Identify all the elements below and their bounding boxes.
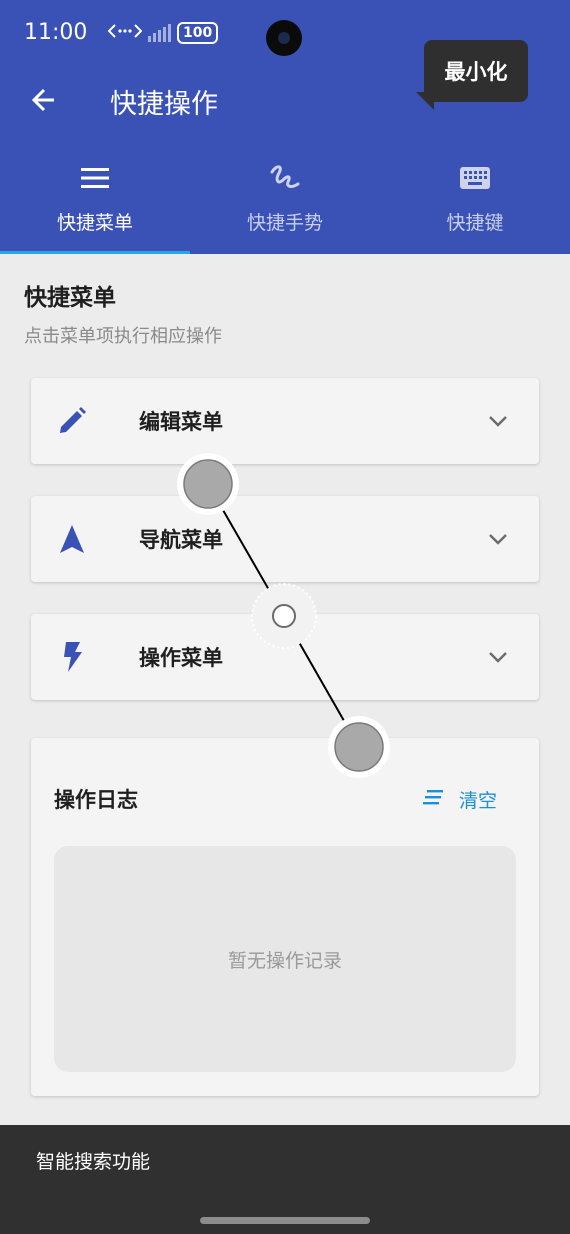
smart-search-label[interactable]: 智能搜索功能 xyxy=(36,1147,150,1174)
tab-shortcut-keys[interactable]: 快捷键 xyxy=(380,150,570,254)
navigation-menu-card[interactable]: 导航菜单 xyxy=(31,496,539,582)
tab-quick-gesture[interactable]: 快捷手势 xyxy=(190,150,380,254)
edit-menu-card[interactable]: 编辑菜单 xyxy=(31,378,539,464)
minimize-tooltip[interactable]: 最小化 xyxy=(416,40,528,110)
log-empty-state: 暂无操作记录 xyxy=(54,846,516,1072)
section-title: 快捷菜单 xyxy=(24,285,116,311)
clear-label: 清空 xyxy=(459,789,498,812)
log-title: 操作日志 xyxy=(54,788,138,812)
chevron-down-icon[interactable] xyxy=(485,408,511,434)
data-transfer-icon xyxy=(107,22,143,44)
home-indicator[interactable] xyxy=(200,1217,370,1224)
chevron-down-icon[interactable] xyxy=(485,526,511,552)
chevron-down-icon[interactable] xyxy=(485,644,511,670)
lightning-icon xyxy=(55,640,89,674)
section-subtitle: 点击菜单项执行相应操作 xyxy=(24,326,222,347)
tab-label: 快捷手势 xyxy=(246,212,323,234)
tab-quick-menu[interactable]: 快捷菜单 xyxy=(0,150,190,254)
back-button[interactable] xyxy=(22,80,66,124)
tab-indicator xyxy=(0,251,190,254)
tab-label: 快捷菜单 xyxy=(56,212,133,234)
menu-icon xyxy=(79,162,111,194)
clear-list-icon xyxy=(423,788,445,810)
edit-menu-label: 编辑菜单 xyxy=(139,410,223,434)
pencil-icon xyxy=(55,404,89,438)
screen: 11:00 100 最小化 快捷操作 快捷菜单 快捷手势 快捷键 快捷菜单 点击… xyxy=(0,0,570,1234)
arrow-left-icon xyxy=(30,86,58,118)
action-menu-label: 操作菜单 xyxy=(139,646,223,670)
signal-icon xyxy=(148,24,171,42)
app-header: 11:00 100 最小化 快捷操作 快捷菜单 快捷手势 快捷键 xyxy=(0,0,570,254)
gesture-icon xyxy=(269,162,301,194)
operation-log-card: 操作日志 清空 暂无操作记录 xyxy=(31,738,539,1096)
navigation-menu-label: 导航菜单 xyxy=(139,528,223,552)
bottom-bar: 智能搜索功能 xyxy=(0,1125,570,1234)
navigation-arrow-icon xyxy=(55,522,89,556)
battery-icon: 100 xyxy=(177,22,219,44)
status-icons: 100 xyxy=(107,22,219,44)
tab-bar: 快捷菜单 快捷手势 快捷键 xyxy=(0,150,570,254)
tab-label: 快捷键 xyxy=(446,212,504,234)
status-time: 11:00 xyxy=(24,20,88,45)
clear-log-button[interactable]: 清空 xyxy=(423,782,497,816)
action-menu-card[interactable]: 操作菜单 xyxy=(31,614,539,700)
keyboard-icon xyxy=(459,162,491,194)
page-title: 快捷操作 xyxy=(110,89,218,120)
front-camera xyxy=(266,20,302,56)
